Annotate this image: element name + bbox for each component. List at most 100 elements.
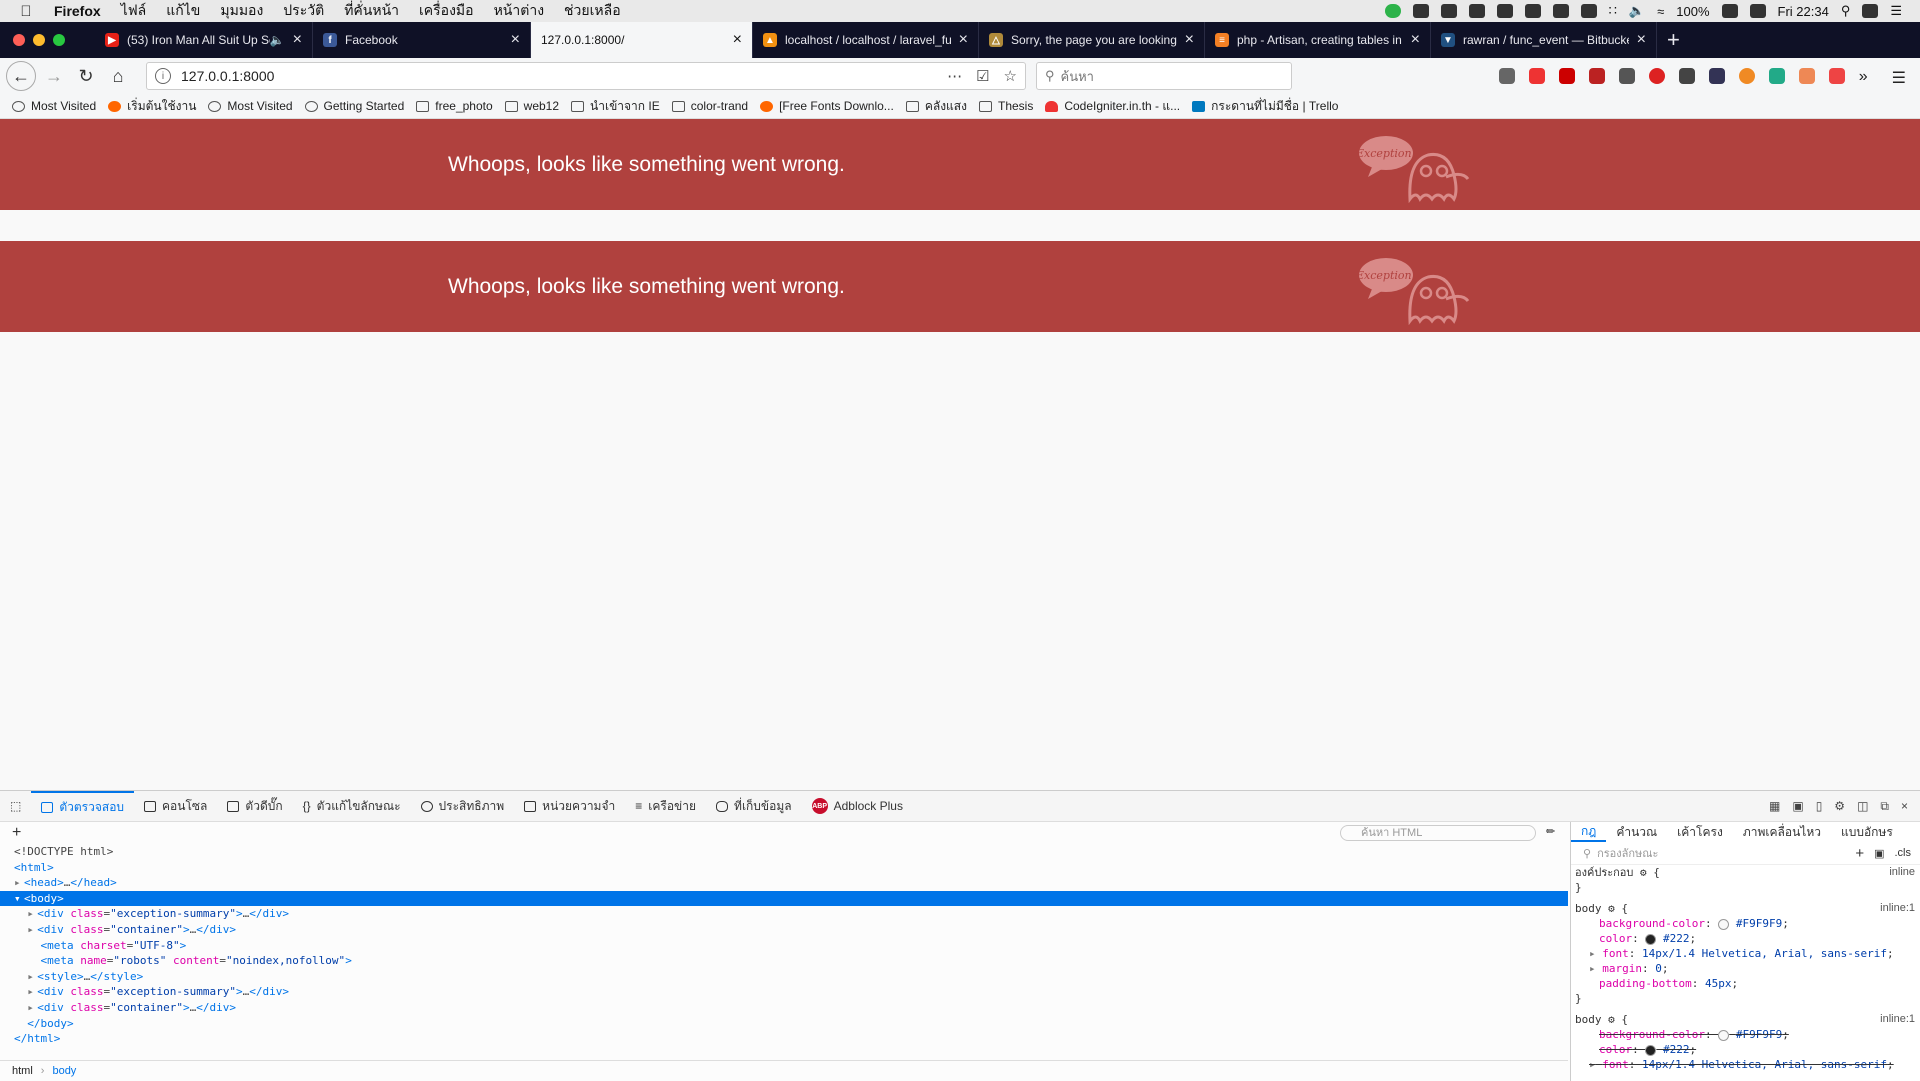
close-tab-icon[interactable]: ×	[511, 31, 520, 49]
bookmark-folder-free-photo[interactable]: free_photo	[416, 99, 493, 113]
new-tab-button[interactable]: +	[1667, 27, 1680, 53]
property-value[interactable]: 45px	[1705, 977, 1732, 990]
filter-styles-input[interactable]: ⚲ กรองลักษณะ + ▣ .cls	[1571, 842, 1920, 865]
battery-text[interactable]: 100%	[1676, 4, 1709, 19]
menu-tools[interactable]: เครื่องมือ	[419, 0, 474, 22]
siri-icon[interactable]	[1862, 4, 1879, 18]
add-node-button[interactable]: +	[12, 824, 21, 842]
menu-file[interactable]: ไฟล์	[121, 0, 147, 22]
bookmark-getting-started-th[interactable]: เริ่มต้นใช้งาน	[108, 97, 196, 116]
add-rule-icon[interactable]: +	[1855, 845, 1864, 862]
settings-gear-icon[interactable]: ⚙	[1834, 799, 1845, 814]
tab-network[interactable]: ≡ เครือข่าย	[625, 791, 706, 821]
notification-center-icon[interactable]: ☰	[1890, 3, 1902, 19]
responsive-mode-icon[interactable]: ▯	[1816, 799, 1823, 814]
tab-animations[interactable]: ภาพเคลื่อนไหว	[1733, 822, 1831, 842]
bluetooth-icon[interactable]: ∷	[1609, 3, 1617, 19]
overflow-icon[interactable]: »	[1859, 68, 1868, 85]
back-button[interactable]: ←	[6, 61, 36, 91]
tab-stackoverflow[interactable]: ≡ php - Artisan, creating tables in ×	[1205, 22, 1431, 58]
key-icon[interactable]	[1468, 4, 1485, 18]
bookmark-trello[interactable]: กระดานที่ไม่มีชื่อ | Trello	[1192, 97, 1338, 116]
element-rule[interactable]: องค์ประกอบ ⚙ {inline	[1571, 865, 1920, 880]
node-meta-charset[interactable]: <meta charset="UTF-8">	[0, 938, 1568, 954]
rule-source[interactable]: inline:1	[1880, 901, 1915, 916]
property-value[interactable]: 0	[1655, 962, 1662, 975]
extension-icon[interactable]	[1708, 68, 1725, 84]
zoom-window-button[interactable]	[53, 34, 65, 46]
tab-style-editor[interactable]: {} ตัวแก้ไขลักษณะ	[293, 791, 411, 821]
property-value[interactable]: #F9F9F9	[1736, 917, 1782, 930]
info-icon[interactable]: i	[155, 68, 171, 84]
fox-icon[interactable]	[1798, 68, 1815, 84]
tab-bitbucket[interactable]: ▼ rawran / func_event — Bitbucke ×	[1431, 22, 1657, 58]
close-devtools-icon[interactable]: ×	[1901, 799, 1908, 814]
airport-icon[interactable]	[1496, 4, 1513, 18]
adblock-plus-icon[interactable]	[1648, 68, 1665, 84]
property-value[interactable]: 14px/1.4 Helvetica, Arial, sans-serif	[1642, 1058, 1887, 1071]
tab-performance[interactable]: ประสิทธิภาพ	[411, 791, 515, 821]
declaration-overridden[interactable]: background-color: #F9F9F9;	[1571, 1027, 1920, 1042]
node-div-container[interactable]: ▸ <div class="container">…</div>	[0, 1000, 1568, 1016]
menu-edit[interactable]: แก้ไข	[166, 0, 200, 22]
declaration-background-color[interactable]: background-color: #F9F9F9;	[1571, 916, 1920, 931]
library-icon[interactable]	[1498, 68, 1515, 84]
bookmark-most-visited[interactable]: Most Visited	[12, 99, 96, 113]
property-value[interactable]: #222	[1663, 1043, 1690, 1056]
bookmark-codeigniter[interactable]: CodeIgniter.in.th - แ...	[1045, 97, 1180, 116]
tab-active-localhost[interactable]: 127.0.0.1:8000/ ×	[531, 22, 753, 58]
close-tab-icon[interactable]: ×	[1411, 31, 1420, 49]
menu-history[interactable]: ประวัติ	[283, 0, 324, 22]
bookmark-getting-started[interactable]: Getting Started	[304, 99, 404, 113]
expand-triangle-icon[interactable]: ▸	[1589, 962, 1596, 975]
tab-rules[interactable]: กฎ	[1571, 822, 1607, 842]
color-swatch-icon[interactable]	[1718, 1029, 1730, 1041]
tab-laravel-sorry[interactable]: △ Sorry, the page you are looking ×	[979, 22, 1205, 58]
color-swatch-icon[interactable]	[1718, 918, 1730, 930]
undock-icon[interactable]: ⧉	[1880, 799, 1889, 814]
hamburger-menu-icon[interactable]: ☰	[1892, 68, 1906, 87]
forward-button[interactable]: →	[40, 62, 68, 90]
node-div-exception-summary[interactable]: ▸ <div class="exception-summary">…</div>	[0, 906, 1568, 922]
close-tab-icon[interactable]: ×	[293, 31, 302, 49]
reload-button[interactable]: ↻	[72, 62, 100, 90]
tab-inspector[interactable]: ตัวตรวจสอบ	[31, 791, 135, 821]
layout-icon[interactable]: ▦	[1769, 799, 1780, 814]
color-swatch-icon[interactable]	[1645, 933, 1657, 945]
bookmark-folder-thesis[interactable]: Thesis	[978, 99, 1033, 113]
menu-window[interactable]: หน้าต่าง	[494, 0, 544, 22]
declaration-padding-bottom[interactable]: padding-bottom: 45px;	[1571, 976, 1920, 991]
tab-debugger[interactable]: ตัวดีบั๊ก	[217, 791, 292, 821]
close-tab-icon[interactable]: ×	[733, 31, 742, 49]
page-actions-icon[interactable]: ⋯	[947, 67, 962, 85]
volume-icon[interactable]: 🔈	[1629, 3, 1645, 19]
node-head[interactable]: ▸ <head>…</head>	[0, 875, 1568, 891]
app-menu[interactable]: Firefox	[54, 3, 101, 19]
settings-icon[interactable]	[1552, 4, 1569, 18]
close-tab-icon[interactable]: ×	[1185, 31, 1194, 49]
apple-icon[interactable]: 	[18, 3, 34, 20]
tab-console[interactable]: คอนโซล	[134, 791, 217, 821]
tab-computed[interactable]: คำนวณ	[1606, 822, 1667, 842]
node-meta-robots[interactable]: <meta name="robots" content="noindex,nof…	[0, 953, 1568, 969]
tab-layout[interactable]: เค้าโครง	[1667, 822, 1733, 842]
line-icon[interactable]	[1384, 4, 1401, 18]
property-value[interactable]: #F9F9F9	[1736, 1028, 1782, 1041]
opera-icon[interactable]	[1528, 68, 1545, 84]
declaration-overridden[interactable]: ▸ font: 14px/1.4 Helvetica, Arial, sans-…	[1571, 1057, 1920, 1072]
clock[interactable]: Fri 22:34	[1778, 4, 1829, 19]
url-text[interactable]: 127.0.0.1:8000	[181, 68, 274, 84]
pocket-icon[interactable]: ☑	[976, 67, 989, 85]
eyedropper-icon[interactable]: ✏	[1546, 825, 1555, 838]
node-html[interactable]: <html>	[0, 860, 1568, 876]
node-html-close[interactable]: </html>	[0, 1031, 1568, 1047]
bear-icon[interactable]	[1524, 4, 1541, 18]
tab-storage[interactable]: ที่เก็บข้อมูล	[706, 791, 802, 821]
declaration-color[interactable]: color: #222;	[1571, 931, 1920, 946]
close-tab-icon[interactable]: ×	[959, 31, 968, 49]
cloud-icon[interactable]	[1440, 4, 1457, 18]
ublock-icon[interactable]	[1558, 68, 1575, 84]
url-bar[interactable]: i 127.0.0.1:8000 ⋯ ☑ ☆	[146, 62, 1026, 90]
node-body-selected[interactable]: ▾ <body>	[0, 890, 1568, 907]
close-tab-icon[interactable]: ×	[1637, 31, 1646, 49]
